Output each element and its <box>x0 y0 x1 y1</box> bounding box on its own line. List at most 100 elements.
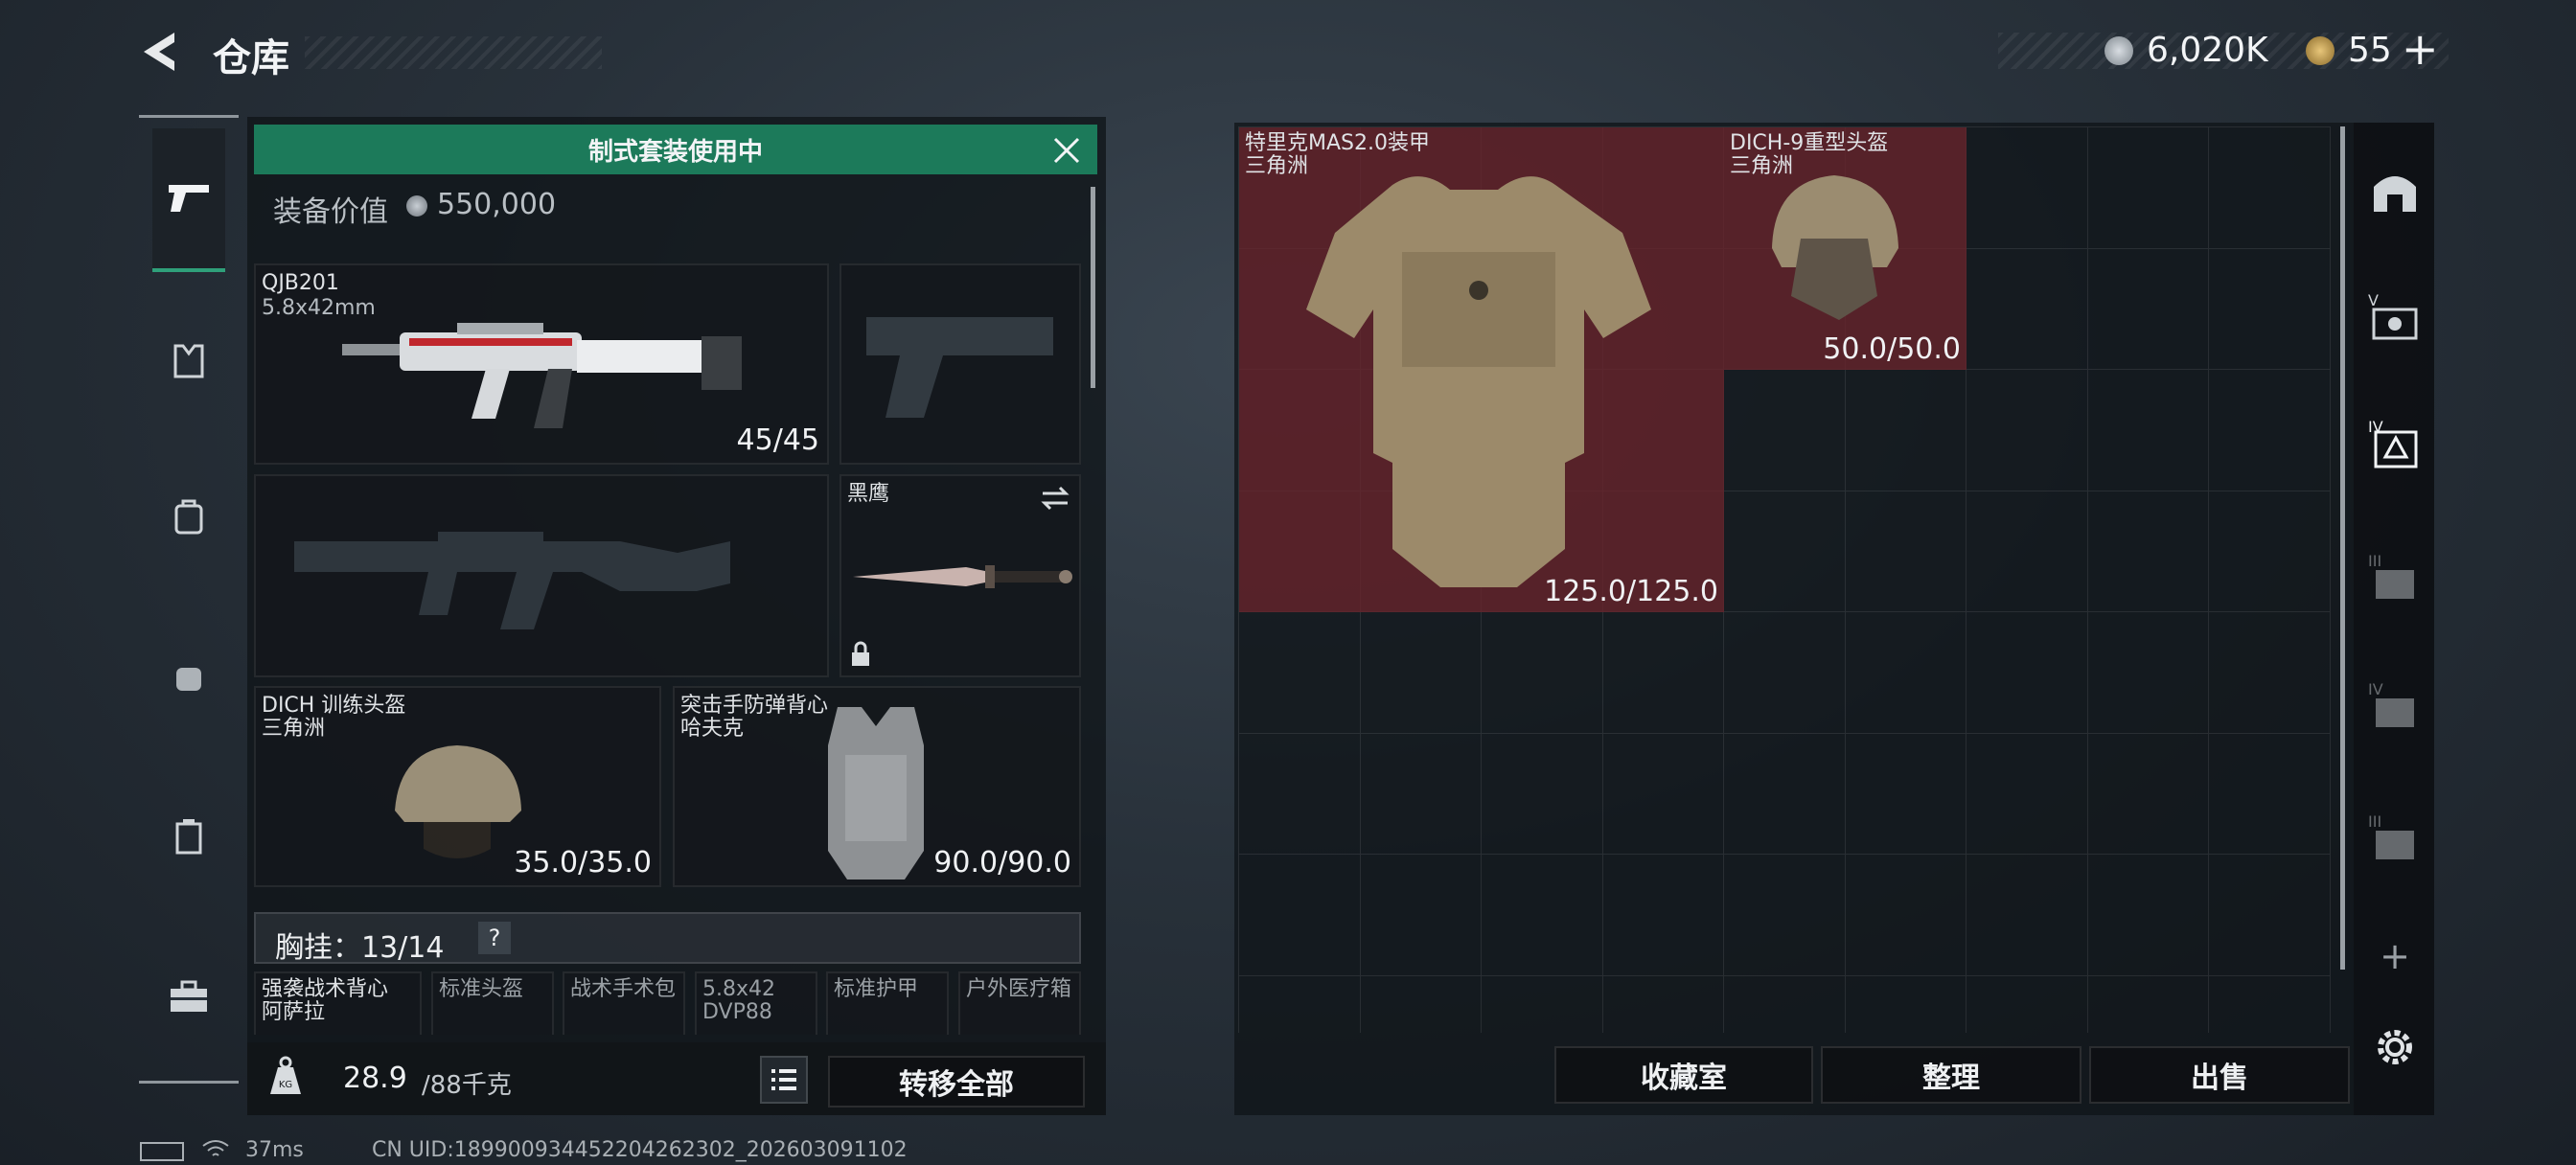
rig-item-name: 标准护甲 <box>834 977 919 1001</box>
stash-grid-cell[interactable] <box>2087 855 2209 976</box>
transfer-all-button[interactable]: 转移全部 <box>828 1056 1085 1108</box>
stash-grid-cell[interactable] <box>1724 612 1846 734</box>
stash-tab-iii-b[interactable]: III <box>2361 805 2428 872</box>
preset-banner: 制式套装使用中 <box>254 125 1097 174</box>
stash-grid-cell[interactable] <box>2087 733 2209 855</box>
stash-grid-cell[interactable] <box>2209 248 2331 370</box>
close-banner-button[interactable] <box>1050 134 1085 169</box>
sort-button[interactable]: 整理 <box>1821 1046 2082 1104</box>
stash-grid-cell[interactable] <box>1239 855 1361 976</box>
stash-grid-cell[interactable] <box>1239 733 1361 855</box>
stash-grid-cell[interactable] <box>1845 370 1966 491</box>
stash-grid-cell[interactable] <box>1966 612 2088 734</box>
stash-grid-cell[interactable] <box>2209 855 2331 976</box>
collection-room-button[interactable]: 收藏室 <box>1554 1046 1813 1104</box>
stash-grid-cell[interactable] <box>1724 975 1846 1033</box>
category-case[interactable] <box>155 802 222 869</box>
stash-grid-cell[interactable] <box>1966 733 2088 855</box>
category-pouch[interactable] <box>155 642 222 709</box>
stash-grid-cell[interactable] <box>1482 855 1603 976</box>
stash-grid-cell[interactable] <box>1724 855 1846 976</box>
category-armor[interactable] <box>155 328 222 395</box>
stash-grid-cell[interactable] <box>1845 612 1966 734</box>
stash-grid-cell[interactable] <box>1602 855 1724 976</box>
melee-slot[interactable]: 黑鹰 <box>840 474 1081 677</box>
rig-item[interactable]: 户外医疗箱 <box>958 971 1081 1035</box>
chest-rig-help-button[interactable]: ? <box>478 922 511 954</box>
wifi-icon <box>201 1138 230 1161</box>
rig-item-name: 户外医疗箱 <box>966 977 1072 1001</box>
primary-weapon-slot[interactable]: QJB201 5.8x42mm 45/45 <box>254 263 829 465</box>
stash-grid-cell[interactable] <box>1966 491 2088 612</box>
category-backpack[interactable] <box>155 484 222 551</box>
stash-grid-cell[interactable] <box>1482 975 1603 1033</box>
stash-armor-item[interactable]: 特里克MAS2.0装甲 三角洲 125.0/125.0 <box>1239 127 1724 612</box>
body-armor-slot[interactable]: 突击手防弹背心 哈夫克 90.0/90.0 <box>673 686 1081 887</box>
stash-grid-cell[interactable] <box>1966 127 2088 249</box>
stash-grid-cell[interactable] <box>1966 248 2088 370</box>
rig-item[interactable]: 战术手术包 <box>563 971 685 1035</box>
stash-grid-cell[interactable] <box>2087 370 2209 491</box>
stash-grid-cell[interactable] <box>1966 855 2088 976</box>
stash-grid-cell[interactable] <box>1845 855 1966 976</box>
vest-image <box>828 707 924 879</box>
stash-grid-cell[interactable] <box>1845 491 1966 612</box>
stash-grid-cell[interactable] <box>1239 975 1361 1033</box>
stash-grid-cell[interactable] <box>1845 733 1966 855</box>
rig-item[interactable]: 标准护甲 <box>826 971 949 1035</box>
stash-grid-cell[interactable] <box>1603 975 1724 1033</box>
stash-grid-cell[interactable] <box>1724 733 1846 855</box>
stash-grid-cell[interactable] <box>1360 733 1482 855</box>
title-decoration <box>305 36 602 69</box>
stash-grid-cell[interactable] <box>2209 491 2331 612</box>
stash-tab-iv-b[interactable]: IV <box>2361 673 2428 740</box>
stash-grid-cell[interactable] <box>1602 612 1724 734</box>
stash-grid-cell[interactable] <box>1361 975 1482 1033</box>
stash-grid-cell[interactable] <box>2087 248 2209 370</box>
stash-scrollbar[interactable] <box>2340 126 2345 970</box>
stash-grid-cell[interactable] <box>1724 370 1846 491</box>
stash-grid-cell[interactable] <box>1966 975 2088 1033</box>
loadout-scrollbar[interactable] <box>1091 187 1095 388</box>
stash-grid-cell[interactable] <box>1360 855 1482 976</box>
secondary-weapon-slot[interactable] <box>254 474 829 677</box>
stash-grid-cell[interactable] <box>1602 733 1724 855</box>
stash-grid-cell[interactable] <box>2088 975 2209 1033</box>
stash-tab-iv-selected[interactable]: IV <box>2361 410 2428 477</box>
category-toolbox[interactable] <box>155 963 222 1030</box>
stash-grid-cell[interactable] <box>2209 612 2331 734</box>
helmet-slot[interactable]: DICH 训练头盔 三角洲 35.0/35.0 <box>254 686 661 887</box>
stash-tab-iii-a[interactable]: III <box>2361 544 2428 611</box>
add-stash-tab-button[interactable]: + <box>2371 935 2419 977</box>
stash-grid-cell[interactable] <box>2087 127 2209 249</box>
stash-grid-cell[interactable] <box>1239 612 1361 734</box>
stash-grid-cell[interactable] <box>1724 491 1846 612</box>
pistol-slot[interactable] <box>840 263 1081 465</box>
settings-button[interactable] <box>2361 1014 2428 1081</box>
rig-item[interactable]: 标准头盔 <box>431 971 554 1035</box>
stash-grid-cell[interactable] <box>1966 370 2088 491</box>
stash-grid-cell[interactable] <box>2087 491 2209 612</box>
category-weapons[interactable] <box>152 128 225 272</box>
svg-text:IV: IV <box>2368 680 2383 698</box>
stash-grid-cell[interactable] <box>2209 975 2331 1033</box>
rig-item[interactable]: 5.8x42 DVP88 <box>695 971 817 1035</box>
add-currency-button[interactable]: + <box>2402 23 2439 75</box>
rig-item[interactable]: 强袭战术背心 阿萨拉 <box>254 971 422 1035</box>
swap-icon[interactable] <box>1039 484 1071 513</box>
stash-tab-v[interactable]: V <box>2361 284 2428 351</box>
list-view-button[interactable] <box>760 1056 808 1104</box>
stash-grid-cell[interactable] <box>2209 370 2331 491</box>
stash-grid-cell[interactable] <box>1846 975 1966 1033</box>
stash-tab-home[interactable] <box>2361 157 2428 224</box>
stash-grid-cell[interactable] <box>2087 612 2209 734</box>
stash-grid: 特里克MAS2.0装甲 三角洲 125.0/125.0 DICH-9重型头盔 三… <box>1238 126 2331 1033</box>
stash-grid-cell[interactable] <box>2209 127 2331 249</box>
stash-helmet-item[interactable]: DICH-9重型头盔 三角洲 50.0/50.0 <box>1724 127 1966 370</box>
stash-grid-cell[interactable] <box>1360 612 1482 734</box>
stash-grid-cell[interactable] <box>2209 733 2331 855</box>
back-button[interactable] <box>136 27 190 80</box>
stash-grid-cell[interactable] <box>1482 612 1603 734</box>
stash-grid-cell[interactable] <box>1482 733 1603 855</box>
sell-button[interactable]: 出售 <box>2089 1046 2350 1104</box>
